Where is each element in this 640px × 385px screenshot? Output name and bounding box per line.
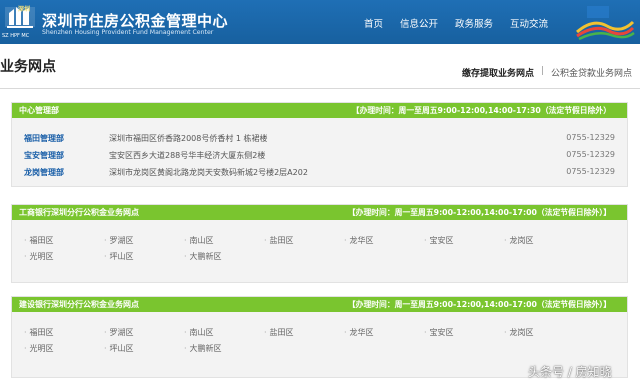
district-link[interactable]: · 大鹏新区 (184, 251, 222, 262)
divider (0, 88, 640, 89)
district-link[interactable]: · 大鹏新区 (184, 343, 222, 354)
office-phone: 0755-12329 (566, 167, 615, 176)
district-link[interactable]: · 龙华区 (344, 327, 374, 338)
district-link[interactable]: · 坪山区 (104, 251, 134, 262)
office-phone: 0755-12329 (566, 150, 615, 159)
panel-hours: 【办理时间：周一至周五9:00-12:00,14:00-17:00（法定节假日除… (347, 208, 611, 217)
panel-icbc-outlets: 工商银行深圳分行公积金业务网点 【办理时间：周一至周五9:00-12:00,14… (11, 204, 628, 283)
source-watermark: 头条号 / 房知晓 (528, 365, 612, 379)
nav-interaction[interactable]: 互动交流 (510, 16, 548, 30)
event-badge-icon[interactable] (573, 4, 636, 41)
site-title[interactable]: 深圳市住房公积金管理中心 (42, 10, 228, 31)
district-link[interactable]: · 光明区 (24, 343, 54, 354)
district-link[interactable]: · 福田区 (24, 327, 54, 338)
site-title-en: Shenzhen Housing Provident Fund Manageme… (42, 29, 214, 36)
nav-info-disclosure[interactable]: 信息公开 (400, 16, 438, 30)
district-link[interactable]: · 坪山区 (104, 343, 134, 354)
tab-loan-outlets[interactable]: 公积金贷款业务网点 (551, 66, 632, 79)
office-name-futian[interactable]: 福田管理部 (24, 133, 64, 144)
panel-hours: 【办理时间：周一至周五9:00-12:00,14:00-17:30（法定节假日除… (351, 106, 611, 115)
panel-header: 工商银行深圳分行公积金业务网点 【办理时间：周一至周五9:00-12:00,14… (12, 205, 627, 220)
panel-title: 工商银行深圳分行公积金业务网点 (19, 208, 139, 217)
office-name-baoan[interactable]: 宝安管理部 (24, 150, 64, 161)
nav-gov-services[interactable]: 政务服务 (455, 16, 493, 30)
district-link[interactable]: · 南山区 (184, 327, 214, 338)
district-link[interactable]: · 龙岗区 (504, 327, 534, 338)
panel-hours: 【办理时间：周一至周五9:00-12:00,14:00-17:00（法定节假日除… (347, 300, 611, 309)
nav-home[interactable]: 首页 (364, 16, 383, 30)
district-link[interactable]: · 光明区 (24, 251, 54, 262)
district-link[interactable]: · 盐田区 (264, 327, 294, 338)
district-link[interactable]: · 罗湖区 (104, 235, 134, 246)
office-name-longgang[interactable]: 龙岗管理部 (24, 167, 64, 178)
page-title: 业务网点 (0, 59, 56, 75)
panel-title: 建设银行深圳分行公积金业务网点 (19, 300, 139, 309)
district-link[interactable]: · 南山区 (184, 235, 214, 246)
panel-header: 建设银行深圳分行公积金业务网点 【办理时间：周一至周五9:00-12:00,14… (12, 297, 627, 312)
office-phone: 0755-12329 (566, 133, 615, 142)
badge-label: 深圳 (18, 6, 31, 13)
district-link[interactable]: · 宝安区 (424, 327, 454, 338)
district-link[interactable]: · 福田区 (24, 235, 54, 246)
office-address: 宝安区西乡大道288号华丰经济大厦东侧2楼 (109, 151, 266, 160)
logo-abbr: SZ HPF MC (2, 33, 30, 39)
site-header: SZ HPF MC 深圳市住房公积金管理中心 Shenzhen Housing … (0, 0, 640, 44)
office-address: 深圳市龙岗区黄阁北路龙岗天安数码新城2号楼2层A202 (109, 168, 308, 177)
panel-title: 中心管理部 (19, 106, 59, 115)
district-link[interactable]: · 盐田区 (264, 235, 294, 246)
tab-deposit-withdraw-outlets[interactable]: 缴存提取业务网点 (462, 66, 534, 79)
panel-header: 中心管理部 【办理时间：周一至周五9:00-12:00,14:00-17:30（… (12, 103, 627, 118)
tab-separator: | (541, 66, 545, 76)
district-link[interactable]: · 龙华区 (344, 235, 374, 246)
panel-center-offices: 中心管理部 【办理时间：周一至周五9:00-12:00,14:00-17:30（… (11, 102, 628, 187)
district-link[interactable]: · 龙岗区 (504, 235, 534, 246)
district-link[interactable]: · 宝安区 (424, 235, 454, 246)
office-address: 深圳市福田区侨香路2008号侨香村 1 栋裙楼 (109, 134, 268, 143)
district-link[interactable]: · 罗湖区 (104, 327, 134, 338)
